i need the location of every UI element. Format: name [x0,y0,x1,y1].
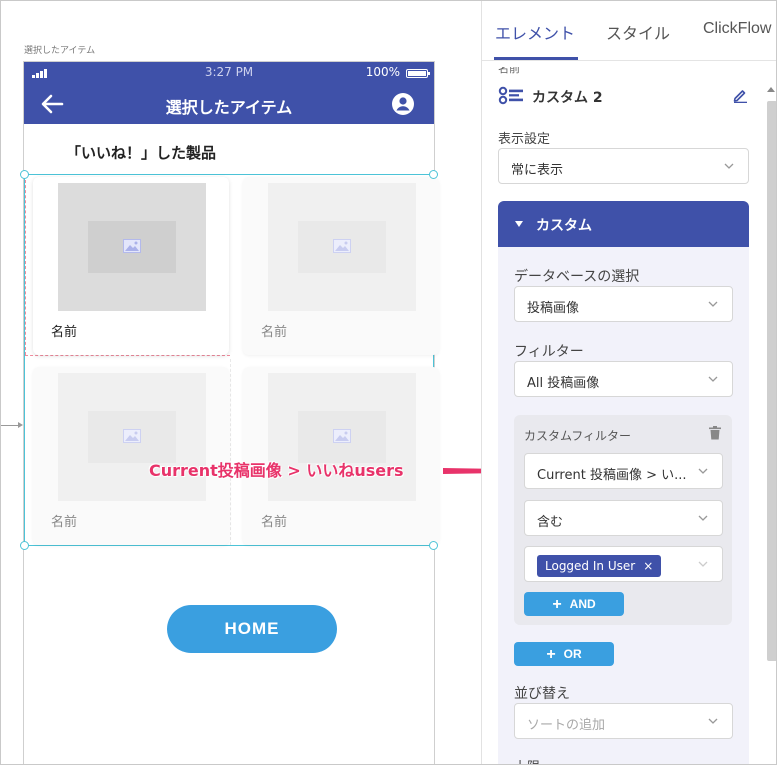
image-placeholder [268,183,416,311]
image-placeholder-icon [123,239,141,253]
chevron-down-icon [698,468,708,474]
add-and-button[interactable]: + AND [524,592,624,616]
element-name-row: カスタム 2 [498,85,748,107]
sort-placeholder: ソートの追加 [527,718,606,733]
tab-clickflow[interactable]: ClickFlow [703,20,771,38]
close-icon[interactable]: × [643,559,653,573]
value-select[interactable]: Logged In User × [524,546,723,582]
image-placeholder [58,183,206,311]
limit-label: 上限 [514,756,540,764]
chevron-down-icon [708,301,718,307]
image-placeholder-icon [333,239,351,253]
plus-icon: + [546,646,556,663]
resize-handle[interactable] [20,541,29,550]
app-bar[interactable]: 選択したアイテム [24,84,434,124]
drop-guide [25,175,26,355]
resize-handle[interactable] [429,541,438,550]
resize-handle[interactable] [429,170,438,179]
item-name: 名前 [261,515,288,530]
trash-icon[interactable] [709,426,721,440]
panel-tabs: エレメント スタイル ClickFlow [482,1,776,61]
add-or-button[interactable]: + OR [514,642,614,666]
section-title: 「いいね！」した製品 [66,144,217,162]
caret-down-icon [515,221,523,227]
chevron-down-icon [708,718,718,724]
custom-section-header[interactable]: カスタム [498,201,749,247]
drop-guide [230,359,231,545]
operator-value: 含む [537,515,564,530]
sort-label: 並び替え [514,686,570,702]
filter-value: All 投稿画像 [527,376,600,391]
battery-icon [406,69,430,78]
tab-style[interactable]: スタイル [606,20,670,44]
chip-label: Logged In User [545,559,636,573]
custom-component-icon [498,86,523,105]
visibility-value: 常に表示 [511,163,564,178]
flow-arrow-stub [1,422,23,428]
filter-label: フィルター [514,344,584,360]
element-name: カスタム 2 [532,90,603,106]
visibility-label: 表示設定 [498,132,551,147]
custom-section-title: カスタム [536,218,592,234]
custom-filter-card: カスタムフィルター Current 投稿画像 > い... 含む Logged … [514,415,732,625]
list-item[interactable]: 名前 [243,367,439,545]
database-select[interactable]: 投稿画像 [514,286,733,322]
custom-filter-field-select[interactable]: Current 投稿画像 > い... [524,453,723,489]
custom-filter-label: カスタムフィルター [524,429,632,443]
database-value: 投稿画像 [527,301,580,316]
chevron-down-icon [724,163,734,169]
sort-select[interactable]: ソートの追加 [514,703,733,739]
tab-element[interactable]: エレメント [495,20,575,44]
filter-select[interactable]: All 投稿画像 [514,361,733,397]
list-item[interactable]: 名前 [33,177,229,355]
image-placeholder [268,373,416,501]
list-item[interactable]: 名前 [33,367,229,545]
design-canvas: 選択したアイテム 3:27 PM 100% 選択したアイテム 「いいね！」した製… [1,1,523,764]
database-select-label: データベースの選択 [514,269,640,285]
name-field-label: 名前 [498,67,520,75]
visibility-select[interactable]: 常に表示 [498,148,749,184]
item-name: 名前 [51,515,78,530]
scrollbar[interactable] [767,101,776,661]
item-name: 名前 [261,325,288,340]
status-bar: 3:27 PM 100% [24,62,434,84]
drop-guide [25,355,230,356]
properties-panel: エレメント スタイル ClickFlow 名前 カスタム 2 表示設定 常に表示 [481,1,776,764]
resize-handle[interactable] [20,170,29,179]
app-bar-title: 選択したアイテム [165,98,293,117]
operator-select[interactable]: 含む [524,500,723,536]
image-placeholder-icon [333,429,351,443]
list-item[interactable]: 名前 [243,177,439,355]
value-chip[interactable]: Logged In User × [537,555,662,577]
chevron-down-icon [708,376,718,382]
item-name: 名前 [51,325,78,340]
active-tab-indicator [494,57,578,60]
custom-list-selection[interactable]: 名前 名前 名前 名前 [20,170,439,550]
plus-icon: + [552,596,562,613]
screen-name-label[interactable]: 選択したアイテム [24,43,95,56]
battery-percent: 100% [365,65,400,79]
account-icon[interactable] [392,93,414,115]
scroll-up-icon[interactable] [767,87,775,92]
annotation-label: Current投稿画像 > いいねusers [149,461,404,480]
image-placeholder-icon [123,429,141,443]
edit-pencil-icon[interactable] [732,87,748,103]
home-button[interactable]: HOME [167,605,337,653]
image-placeholder [58,373,206,501]
chevron-down-icon [698,515,708,521]
chevron-down-icon [698,561,708,567]
app-window: 選択したアイテム 3:27 PM 100% 選択したアイテム 「いいね！」した製… [0,0,777,765]
phone-screen[interactable]: 3:27 PM 100% 選択したアイテム 「いいね！」した製品 名前 名前 名… [20,61,439,764]
custom-filter-field-value: Current 投稿画像 > い... [537,468,687,483]
